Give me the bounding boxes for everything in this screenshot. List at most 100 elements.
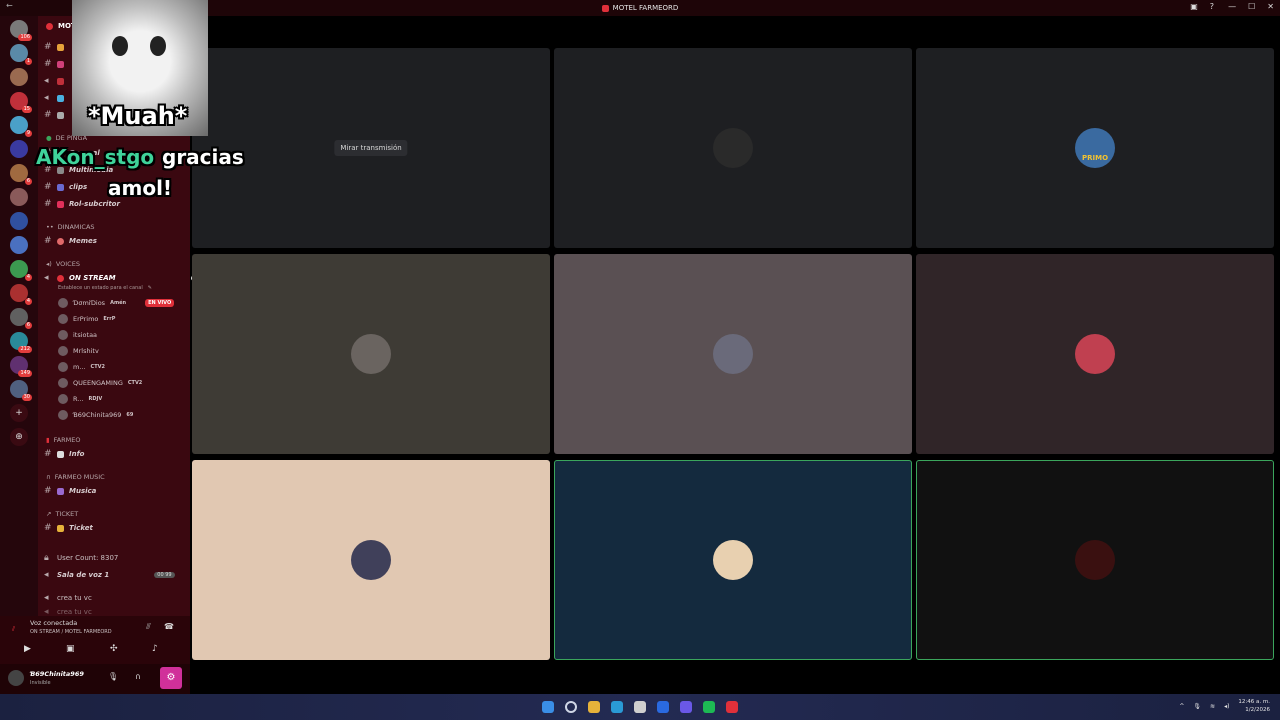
channel-item[interactable]: #	[44, 59, 64, 69]
avatar[interactable]	[8, 670, 24, 686]
participant-tile[interactable]	[192, 254, 550, 454]
help-icon[interactable]: ?	[1210, 2, 1214, 11]
channel-user-count[interactable]: 🔒︎ User Count: 8307	[44, 553, 118, 563]
server-icon[interactable]	[10, 140, 28, 158]
channel-crea[interactable]: ◂ crea tu vc	[44, 593, 92, 603]
headphones-icon[interactable]: ∩	[135, 672, 141, 681]
channel-ticket[interactable]: # Ticket	[44, 523, 93, 533]
pin-icon: ↗	[46, 510, 52, 518]
channel-memes[interactable]: # Memes	[44, 236, 97, 246]
clock[interactable]: 12:46 a. m. 1/2/2026	[1238, 698, 1270, 714]
channel-clips[interactable]: # clips	[44, 182, 87, 192]
server-icon[interactable]	[10, 68, 28, 86]
channel-label: Info	[69, 450, 85, 458]
screen-share-icon[interactable]: ▣	[66, 644, 75, 654]
notification-badge: 9	[24, 130, 32, 137]
volume-icon[interactable]: ◂)	[1224, 703, 1229, 710]
microphone-icon[interactable]: 🎙︎	[108, 672, 118, 681]
system-tray: ^ 🎙︎ ≋ ◂) 12:46 a. m. 1/2/2026	[1179, 698, 1270, 714]
server-icon[interactable]: 149	[10, 356, 32, 377]
inbox-icon[interactable]: ▣	[1190, 2, 1198, 11]
headphones-icon: ∩	[46, 473, 51, 481]
channel-item[interactable]: ◂	[44, 76, 64, 86]
file-explorer-icon[interactable]	[588, 701, 600, 713]
voice-channel-name[interactable]: ON STREAM / MOTEL FARMEORD	[30, 629, 112, 635]
server-icon[interactable]: 15	[10, 92, 32, 113]
noise-suppression-icon[interactable]: ⫻	[146, 622, 151, 632]
server-icon[interactable]: 9	[10, 116, 32, 137]
participant-tile[interactable]	[554, 460, 912, 660]
hash-icon: #	[44, 523, 52, 533]
server-icon[interactable]: 212	[10, 332, 32, 353]
watch-stream-button[interactable]: Mirar transmisión	[334, 140, 408, 156]
camera-icon[interactable]: ▶	[24, 644, 31, 654]
minimize-button[interactable]: —	[1228, 2, 1236, 11]
back-arrow-icon[interactable]: ←	[6, 1, 13, 10]
chevron-up-icon[interactable]: ^	[1179, 703, 1184, 710]
store-icon[interactable]	[634, 701, 646, 713]
soundboard-icon[interactable]: ♪	[152, 644, 158, 654]
channel-rol[interactable]: # Rol-subcritor	[44, 199, 120, 209]
participant-tile[interactable]: PRIMO	[916, 48, 1274, 248]
discord-icon[interactable]	[680, 701, 692, 713]
server-icon[interactable]: 6	[10, 308, 32, 329]
channel-musica[interactable]: # Musica	[44, 486, 96, 496]
server-icon[interactable]: 1	[10, 44, 32, 65]
voice-user[interactable]: QUEENGAMING CTV2	[58, 378, 142, 388]
settings-gear-icon[interactable]: ⚙	[160, 667, 182, 689]
app-icon[interactable]	[726, 701, 738, 713]
category-label: DINAMICAS	[57, 223, 95, 231]
channel-item[interactable]: ◂	[44, 93, 64, 103]
search-icon[interactable]	[565, 701, 577, 713]
overlay-thanks: gracias	[162, 145, 244, 169]
voice-channel-on-stream[interactable]: ◂ON STREAM●	[44, 273, 197, 283]
wifi-icon[interactable]: ≋	[1210, 703, 1215, 710]
add-server-icon[interactable]: +	[10, 404, 28, 422]
server-icon[interactable]	[10, 212, 28, 230]
participant-tile[interactable]	[554, 254, 912, 454]
participant-tile[interactable]: Mirar transmisión	[192, 48, 550, 248]
channel-sala[interactable]: ◂ Sala de voz 1 00 99	[44, 570, 175, 580]
category-voices[interactable]: ◂) VOICES	[46, 260, 80, 268]
server-icon[interactable]: 106	[10, 20, 32, 41]
server-icon[interactable]: 4	[10, 260, 32, 281]
participant-tile[interactable]	[554, 48, 912, 248]
voice-user[interactable]: ErPrimo ErrP	[58, 314, 115, 324]
participant-tile[interactable]	[192, 460, 550, 660]
notification-badge: 6	[24, 322, 32, 329]
server-icon[interactable]	[10, 188, 28, 206]
voice-user[interactable]: R... RDJV	[58, 394, 102, 404]
close-button[interactable]: ✕	[1267, 2, 1274, 11]
channel-info[interactable]: # Info	[44, 449, 84, 459]
category-farmeo[interactable]: ▮ FARMEO	[46, 436, 81, 444]
category-farmeo-music[interactable]: ∩ FARMEO MUSIC	[46, 473, 105, 481]
channel-status-hint[interactable]: Establece un estado para el canal ✎	[58, 285, 152, 291]
server-icon[interactable]: 6	[10, 164, 32, 185]
voice-user[interactable]: Ɓ69Chinita969 69	[58, 410, 133, 420]
activities-icon[interactable]: ✣	[110, 644, 118, 654]
server-icon[interactable]: 4	[10, 284, 32, 305]
spotify-icon[interactable]	[703, 701, 715, 713]
server-icon[interactable]: 30	[10, 380, 32, 401]
participant-tile[interactable]	[916, 254, 1274, 454]
speaker-icon: ◂	[44, 593, 49, 603]
category-ticket[interactable]: ↗ TICKET	[46, 510, 78, 518]
voice-user[interactable]: Mrlshitv	[58, 346, 99, 356]
start-icon[interactable]	[542, 701, 554, 713]
notification-badge: 15	[21, 106, 32, 113]
discover-icon[interactable]: ⊕	[10, 428, 28, 446]
maximize-button[interactable]: ☐	[1248, 2, 1255, 11]
channel-item[interactable]: #	[44, 42, 64, 52]
voice-user[interactable]: itsiotaa	[58, 330, 97, 340]
user-tag: CTV2	[90, 364, 105, 370]
disconnect-icon[interactable]: ☎	[164, 622, 174, 631]
voice-user[interactable]: m... CTV2	[58, 362, 105, 372]
channel-item[interactable]: #	[44, 110, 64, 120]
voice-user[interactable]: ƊσmiƊios Amén EN VIVO	[58, 298, 175, 308]
microphone-icon[interactable]: 🎙︎	[1193, 703, 1201, 710]
mail-icon[interactable]	[657, 701, 669, 713]
category-dinamicas[interactable]: •• DINAMICAS	[46, 223, 95, 231]
server-icon[interactable]	[10, 236, 28, 254]
edge-browser-icon[interactable]	[611, 701, 623, 713]
participant-tile[interactable]	[916, 460, 1274, 660]
